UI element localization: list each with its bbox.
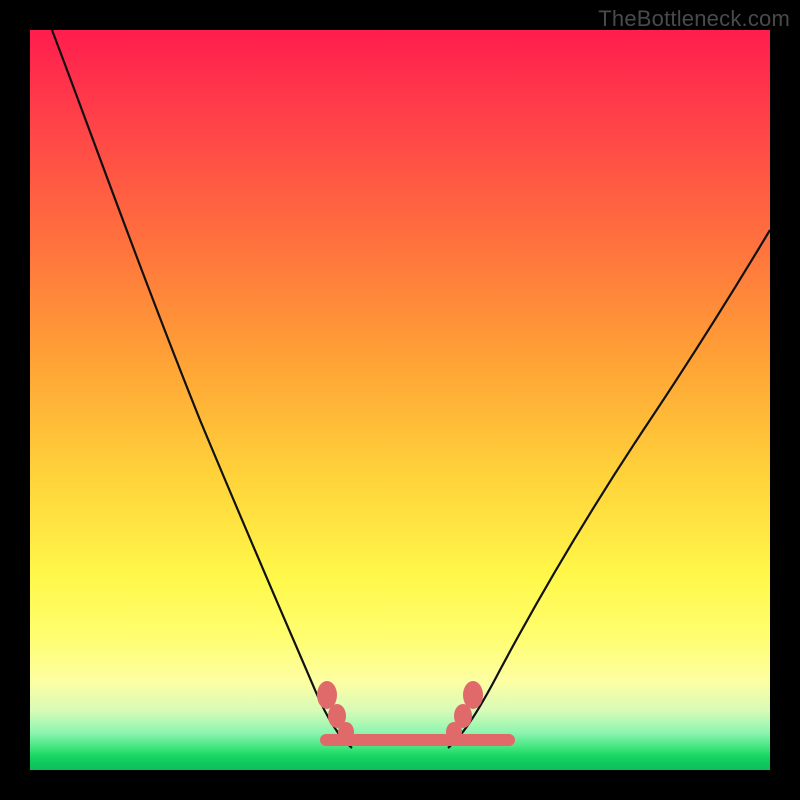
curve-right-branch bbox=[448, 230, 770, 748]
plot-area bbox=[30, 30, 770, 770]
watermark-text: TheBottleneck.com bbox=[598, 6, 790, 32]
bead-right-3 bbox=[463, 681, 483, 709]
outer-frame: TheBottleneck.com bbox=[0, 0, 800, 800]
valley-floor-marker bbox=[320, 734, 515, 746]
curve-layer bbox=[30, 30, 770, 770]
curve-left-branch bbox=[52, 30, 352, 748]
